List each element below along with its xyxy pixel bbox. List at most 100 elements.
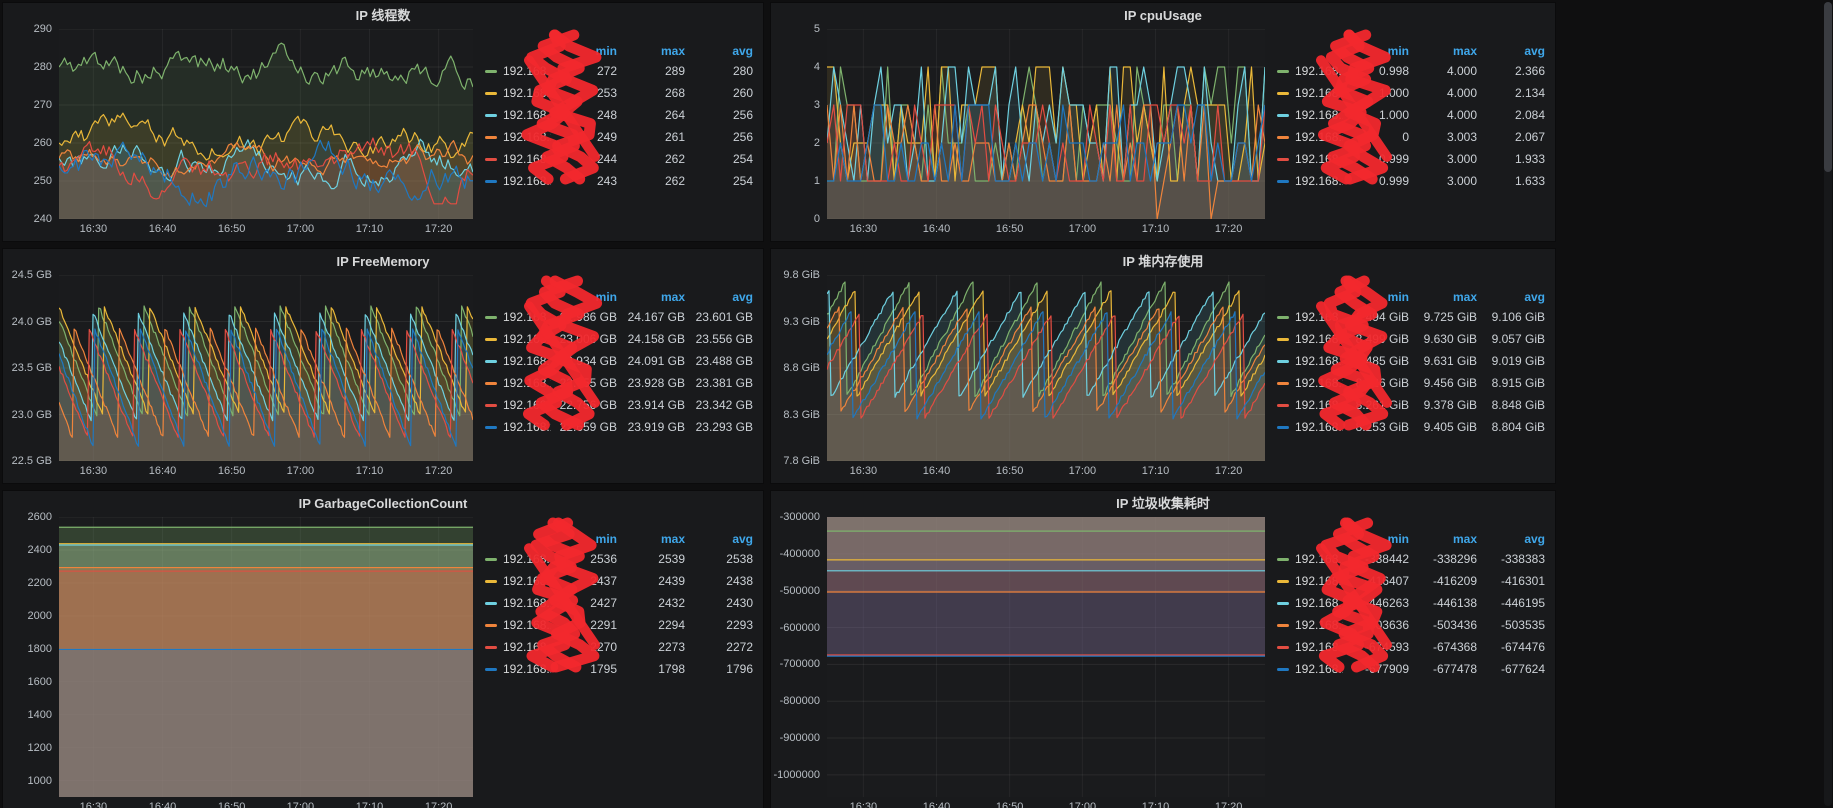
- legend-max-value: 3.000: [1411, 148, 1479, 170]
- plot-area[interactable]: [827, 517, 1265, 797]
- y-axis: -300000-400000-500000-600000-700000-8000…: [775, 517, 827, 797]
- legend-avg-value: 2.084: [1479, 104, 1547, 126]
- time-series-chart[interactable]: [59, 275, 473, 461]
- legend-series-label[interactable]: 192.168.1: [483, 306, 551, 328]
- series-color-icon: [485, 602, 497, 605]
- legend-series-label[interactable]: 192.168.1: [1275, 372, 1343, 394]
- legend-table: minmaxavg192.168.1272289280192.168.12532…: [483, 41, 755, 192]
- legend-series-label[interactable]: 192.168.1: [1275, 394, 1343, 416]
- plot-area[interactable]: [59, 275, 473, 461]
- legend-series-label[interactable]: 192.168.1: [483, 104, 551, 126]
- legend-avg-value: 2.134: [1479, 82, 1547, 104]
- y-tick-label: 22.5 GB: [12, 455, 52, 467]
- x-tick-label: 16:50: [996, 223, 1024, 235]
- legend-series-label[interactable]: 192.168.1: [1275, 592, 1343, 614]
- x-tick-label: 17:00: [1069, 465, 1097, 477]
- legend-series-label[interactable]: 192.168.1: [1275, 82, 1343, 104]
- legend-max-value: 24.091 GB: [619, 350, 687, 372]
- legend-series-label[interactable]: 192.168.1: [483, 350, 551, 372]
- vertical-scrollbar[interactable]: [1824, 2, 1832, 806]
- legend-series-label[interactable]: 192.168.1: [1275, 104, 1343, 126]
- time-series-chart[interactable]: [827, 517, 1265, 797]
- legend-series-label[interactable]: 192.168.1: [483, 570, 551, 592]
- y-tick-label: 240: [34, 213, 52, 225]
- panel-title[interactable]: IP GarbageCollectionCount: [3, 491, 763, 515]
- legend-series-label[interactable]: 192.168.1: [1275, 126, 1343, 148]
- panel-ip-heap-memory: IP 堆内存使用 9.8 GiB9.3 GiB8.8 GiB8.3 GiB7.8…: [770, 248, 1556, 484]
- plot-area[interactable]: [827, 29, 1265, 219]
- legend-series-label[interactable]: 192.168.1: [1275, 636, 1343, 658]
- legend-max-value: 2294: [619, 614, 687, 636]
- time-series-chart[interactable]: [827, 275, 1265, 461]
- series-color-icon: [485, 114, 497, 117]
- legend-series-label[interactable]: 192.168.1: [1275, 570, 1343, 592]
- legend-series-label[interactable]: 192.168.1: [483, 82, 551, 104]
- legend-series-label[interactable]: 192.168.1: [483, 328, 551, 350]
- legend-avg-value: 1.933: [1479, 148, 1547, 170]
- legend-series-label[interactable]: 192.168.1: [1275, 416, 1343, 438]
- plot-area[interactable]: [59, 29, 473, 219]
- legend-row: 192.168.18.494 GiB9.725 GiB9.106 GiB: [1275, 306, 1547, 328]
- panel-title[interactable]: IP 垃圾收集耗时: [771, 491, 1555, 515]
- scrollbar-thumb[interactable]: [1824, 2, 1832, 172]
- time-series-chart[interactable]: [827, 29, 1265, 219]
- panel-title[interactable]: IP 线程数: [3, 3, 763, 27]
- legend-series-label[interactable]: 192.168.1: [1275, 328, 1343, 350]
- legend-max-value: 2432: [619, 592, 687, 614]
- time-series-chart[interactable]: [59, 29, 473, 219]
- legend-series-label[interactable]: 192.168.1: [483, 614, 551, 636]
- legend-series-label[interactable]: 192.168.1: [483, 658, 551, 680]
- y-tick-label: -600000: [780, 622, 820, 634]
- legend-series-label[interactable]: 192.168.1: [483, 548, 551, 570]
- y-tick-label: 2000: [28, 610, 52, 622]
- legend-max-value: 262: [619, 170, 687, 192]
- legend-series-label[interactable]: 192.168.1: [1275, 658, 1343, 680]
- legend-series-label[interactable]: 192.168.1: [483, 372, 551, 394]
- plot-area[interactable]: [59, 517, 473, 797]
- legend-row: 192.168.1227022732272: [483, 636, 755, 658]
- legend-max-value: -338296: [1411, 548, 1479, 570]
- series-color-icon: [1277, 158, 1289, 161]
- legend-series-label[interactable]: 192.168.1: [483, 592, 551, 614]
- legend-series-label[interactable]: 192.168.1: [1275, 148, 1343, 170]
- panel-title[interactable]: IP 堆内存使用: [771, 249, 1555, 273]
- y-tick-label: 1000: [28, 775, 52, 787]
- legend-series-label[interactable]: 192.168.1: [483, 636, 551, 658]
- y-tick-label: 270: [34, 99, 52, 111]
- series-color-icon: [485, 624, 497, 627]
- time-series-chart[interactable]: [59, 517, 473, 797]
- plot-area[interactable]: [827, 275, 1265, 461]
- legend-row: 192.168.1-677909-677478-677624: [1275, 658, 1547, 680]
- series-color-icon: [1277, 668, 1289, 671]
- legend-series-label[interactable]: 192.168.1: [483, 394, 551, 416]
- legend-table: minmaxavg192.168.10.9984.0002.366192.168…: [1275, 41, 1547, 192]
- legend-series-label[interactable]: 192.168.1: [1275, 350, 1343, 372]
- legend-series-label[interactable]: 192.168.1: [1275, 614, 1343, 636]
- panel-title[interactable]: IP cpuUsage: [771, 3, 1555, 27]
- legend-series-label[interactable]: 192.168.1: [483, 126, 551, 148]
- legend-avg-value: 256: [687, 126, 755, 148]
- legend-min-value: 248: [551, 104, 619, 126]
- legend-row: 192.168.1179517981796: [483, 658, 755, 680]
- legend-series-label[interactable]: 192.168.1: [483, 416, 551, 438]
- legend-series-label[interactable]: 192.168.1: [1275, 306, 1343, 328]
- series-color-icon: [1277, 316, 1289, 319]
- legend-series-label[interactable]: 192.168.1: [483, 148, 551, 170]
- legend-max-value: 268: [619, 82, 687, 104]
- y-axis: 24.5 GB24.0 GB23.5 GB23.0 GB22.5 GB: [7, 275, 59, 461]
- legend-series-label[interactable]: 192.168.1: [1275, 170, 1343, 192]
- x-tick-label: 17:10: [356, 465, 384, 477]
- y-axis: 9.8 GiB9.3 GiB8.8 GiB8.3 GiB7.8 GiB: [775, 275, 827, 461]
- legend-row: 192.168.1248264256: [483, 104, 755, 126]
- series-color-icon: [485, 316, 497, 319]
- y-tick-label: 9.8 GiB: [783, 269, 820, 281]
- legend-series-label[interactable]: 192.168.1: [1275, 548, 1343, 570]
- y-tick-label: 1: [814, 175, 820, 187]
- legend-max-value: 9.456 GiB: [1411, 372, 1479, 394]
- legend-series-label[interactable]: 192.168.1: [1275, 60, 1343, 82]
- legend-series-label[interactable]: 192.168.1: [483, 170, 551, 192]
- legend-header: min: [551, 529, 619, 548]
- legend-avg-value: 280: [687, 60, 755, 82]
- panel-title[interactable]: IP FreeMemory: [3, 249, 763, 273]
- legend-series-label[interactable]: 192.168.1: [483, 60, 551, 82]
